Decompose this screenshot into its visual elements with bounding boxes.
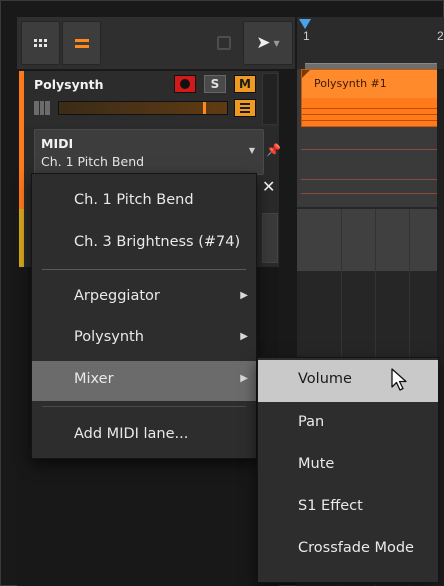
submenu-item-label: Crossfade Mode	[298, 540, 414, 556]
pointer-icon: ➤	[256, 33, 271, 53]
mute-button[interactable]: M	[234, 75, 256, 93]
clip-note-line	[302, 120, 438, 121]
app-frame: ➤ ▼ 1 2 Polysynth S M MIDI Ch. 1 Pitch B…	[0, 0, 444, 586]
solo-button[interactable]: S	[204, 75, 226, 93]
menu-item-mixer[interactable]: Mixer ▶	[32, 361, 256, 401]
lines-icon	[74, 38, 89, 48]
arrange-view-button[interactable]	[62, 21, 101, 65]
menu-item-polysynth[interactable]: Polysynth ▶	[32, 319, 256, 359]
timeline-ruler[interactable]: 1 2	[297, 17, 444, 69]
submenu-item-crossfade-mode[interactable]: Crossfade Mode	[258, 529, 438, 571]
clip-note-line	[302, 114, 438, 115]
grid-view-button[interactable]	[21, 21, 60, 65]
chevron-down-icon: ▼	[248, 146, 255, 155]
mixer-submenu: Volume Pan Mute S1 Effect Crossfade Mode	[257, 357, 439, 583]
automation-line	[301, 179, 439, 180]
menu-item-label: Mixer	[74, 371, 114, 387]
clip-name: Polysynth #1	[314, 77, 387, 90]
record-arm-button[interactable]	[174, 75, 196, 93]
submenu-item-label: Volume	[298, 371, 352, 387]
menu-item-label: Add MIDI lane...	[74, 426, 189, 442]
midi-selector-value: Ch. 1 Pitch Bend	[41, 154, 145, 169]
chevron-down-icon: ▼	[273, 38, 280, 48]
edit-tool-button[interactable]	[207, 21, 241, 65]
midi-lane-selector[interactable]: MIDI Ch. 1 Pitch Bend ▼	[34, 129, 264, 175]
clip-corner-icon	[302, 70, 310, 78]
submenu-item-s1-effect[interactable]: S1 Effect	[258, 487, 438, 529]
track-menu-button[interactable]	[234, 99, 256, 117]
chevron-right-icon: ▶	[240, 290, 248, 301]
submenu-item-volume[interactable]: Volume	[258, 360, 438, 402]
track-scrollbar[interactable]	[262, 213, 278, 263]
menu-separator	[42, 406, 246, 407]
submenu-item-pan[interactable]: Pan	[258, 403, 438, 445]
automation-line	[301, 193, 439, 194]
midi-clip[interactable]: Polysynth #1	[301, 69, 439, 127]
grid-icon	[34, 39, 47, 47]
submenu-item-label: S1 Effect	[298, 498, 363, 514]
ruler-number: 1	[303, 29, 310, 43]
menu-item-label: Polysynth	[74, 329, 144, 345]
keyboard-icon	[34, 101, 51, 115]
midi-lane-menu: Ch. 1 Pitch Bend Ch. 3 Brightness (#74) …	[31, 173, 257, 459]
edit-icon	[217, 36, 231, 50]
menu-item-ch1-pitch-bend[interactable]: Ch. 1 Pitch Bend	[32, 182, 256, 222]
menu-item-label: Ch. 1 Pitch Bend	[74, 192, 194, 208]
track-header[interactable]: Polysynth S M	[19, 71, 279, 127]
menu-item-label: Ch. 3 Brightness (#74)	[74, 234, 241, 250]
chevron-right-icon: ▶	[240, 373, 248, 384]
menu-item-arpeggiator[interactable]: Arpeggiator ▶	[32, 278, 256, 318]
volume-slider[interactable]	[58, 101, 228, 115]
volume-handle[interactable]	[203, 102, 207, 114]
volume-fill	[59, 102, 227, 114]
ruler-number: 2	[437, 29, 444, 43]
menu-item-ch3-brightness[interactable]: Ch. 3 Brightness (#74)	[32, 224, 256, 264]
clip-note-line	[302, 108, 438, 109]
submenu-item-mute[interactable]: Mute	[258, 445, 438, 487]
playhead-marker-icon[interactable]	[299, 19, 311, 29]
menu-separator	[42, 269, 246, 270]
track-name: Polysynth	[34, 77, 104, 92]
submenu-item-label: Pan	[298, 414, 325, 430]
automation-line	[301, 149, 439, 150]
toolbar: ➤ ▼	[17, 17, 295, 69]
track-lane-2	[297, 209, 444, 271]
chevron-right-icon: ▶	[240, 331, 248, 342]
submenu-item-label: Mute	[298, 456, 335, 472]
mouse-cursor-icon	[391, 368, 407, 391]
track-scrollbar[interactable]	[262, 73, 278, 125]
menu-item-label: Arpeggiator	[74, 288, 160, 304]
menu-item-add-midi-lane[interactable]: Add MIDI lane...	[32, 416, 256, 456]
pointer-tool-button[interactable]: ➤ ▼	[243, 21, 293, 65]
record-icon	[180, 79, 190, 89]
close-icon[interactable]: ✕	[262, 177, 275, 196]
midi-selector-title: MIDI	[41, 136, 74, 151]
pin-icon[interactable]: 📌	[266, 143, 281, 157]
